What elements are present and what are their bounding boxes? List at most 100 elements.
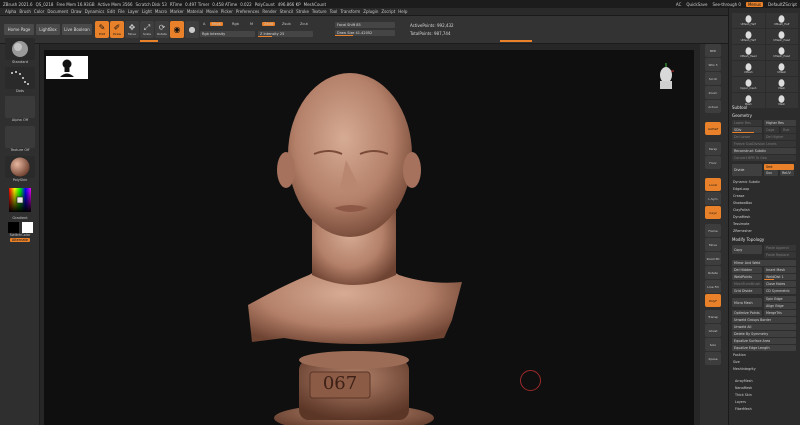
spix-button[interactable]: SPix 3 (705, 58, 721, 71)
scroll-button[interactable]: Scroll (705, 72, 721, 85)
menus-button[interactable]: Menus (745, 1, 764, 7)
mesh-integrity-header[interactable]: MeshIntegrity (733, 367, 756, 371)
persp-button[interactable]: Persp (705, 142, 721, 155)
actual-button[interactable]: Actual (705, 100, 721, 113)
zadd-button[interactable]: Zadd (262, 22, 275, 26)
gxyz-button[interactable]: Gxyz (705, 206, 721, 219)
navigation-gizmo[interactable] (655, 61, 677, 91)
mrgb-button[interactable]: Mrgb (210, 22, 223, 26)
del-higher-button[interactable]: Del Higher (764, 134, 796, 140)
gradient-toggle[interactable]: Gradient SwitchColor Alternate (5, 216, 35, 242)
menu-zplugin[interactable]: Zplugin (363, 9, 378, 14)
subtool-thumb[interactable]: Upper_mesh (732, 77, 765, 92)
weldpoints-button[interactable]: WeldPoints (732, 274, 762, 280)
divide-button[interactable]: Divide (732, 164, 762, 176)
dynamesh-header[interactable]: DynaMesh (733, 215, 750, 219)
local-button[interactable]: Local (705, 178, 721, 191)
paste-append-button[interactable]: Paste Append (764, 245, 796, 251)
menu-layer[interactable]: Layer (128, 9, 139, 14)
del-hidden-button[interactable]: Del Hidden (732, 267, 762, 273)
modify-topology-header[interactable]: Modify Topology (732, 237, 764, 242)
cd-symmetric-button[interactable]: CD Symmetric (764, 288, 796, 294)
menu-light[interactable]: Light (142, 9, 152, 14)
secondary-color-swatch[interactable] (7, 222, 19, 233)
equalize-edge-button[interactable]: Equalize Edge Length (732, 345, 796, 351)
menu-stencil[interactable]: Stencil (280, 9, 294, 14)
subtool-thumb[interactable]: UMesh_Head (765, 29, 798, 44)
transp-button[interactable]: Transp (705, 310, 721, 323)
brush-selector[interactable]: Standard (5, 38, 35, 64)
draw-size-slider[interactable]: Draw Size 41.42052 (335, 30, 395, 36)
rotate-button[interactable]: ⟳ Rotate (155, 21, 169, 38)
floor-button[interactable]: Floor (705, 156, 721, 169)
color-picker[interactable] (5, 186, 35, 216)
lower-res-button[interactable]: Lower Res (732, 120, 762, 126)
subtool-thumb[interactable]: UMesh_Half (732, 29, 765, 44)
subtool-thumb[interactable]: UMesh_Head (765, 45, 798, 60)
rgb-intensity-slider[interactable]: Rgb Intensity (200, 31, 255, 37)
lightbox-button[interactable]: LightBox (36, 24, 60, 35)
mergetris-button[interactable]: MergeTris (764, 310, 796, 316)
menu-help[interactable]: Help (398, 9, 407, 14)
z-intensity-slider[interactable]: Z Intensity 25 (258, 31, 313, 37)
cage-button[interactable]: Cage (764, 127, 779, 133)
menu-draw[interactable]: Draw (71, 9, 81, 14)
texture-selector[interactable]: Texture Off (5, 126, 35, 152)
stroke-selector[interactable]: Dots (5, 67, 35, 93)
menu-edit[interactable]: Edit (107, 9, 115, 14)
subtool-thumb[interactable]: Mesh (765, 93, 798, 108)
grid-divide-button[interactable]: Grid Divide (732, 288, 762, 294)
polyf-button[interactable]: PolyF (705, 294, 721, 307)
sculpt-mode-button[interactable]: ◉ (170, 21, 184, 38)
higher-res-button[interactable]: Higher Res (764, 120, 796, 126)
material-selector[interactable]: PolySkin (5, 156, 35, 182)
see-through-slider[interactable]: See-through 0 (713, 2, 741, 7)
menu-document[interactable]: Document (47, 9, 68, 14)
focal-shift-slider[interactable]: Focal Shift 85 (335, 22, 395, 28)
reuv-toggle[interactable]: ReUV (780, 170, 794, 176)
paste-replace-button[interactable]: Paste Replace (764, 252, 796, 258)
crease-header[interactable]: Crease (733, 194, 744, 198)
script-label[interactable]: DefaultZScript (768, 2, 797, 7)
subtool-thumb[interactable]: UMesh_Half (732, 13, 765, 28)
align-edge-button[interactable]: Align Edge (764, 303, 796, 309)
bpr-button[interactable]: BPR (705, 44, 721, 57)
edit-button[interactable]: ✎ Edit (95, 21, 109, 38)
menu-movie[interactable]: Movie (206, 9, 218, 14)
mirror-weld-button[interactable]: Mirror And Weld (732, 260, 796, 266)
switch-color-button[interactable]: SwitchColor (10, 233, 31, 237)
convert-bpr-button[interactable]: Convert BPR To Geo (732, 155, 796, 161)
reconstruct-subdiv-button[interactable]: Reconstruct Subdiv (732, 148, 796, 154)
ac-button[interactable]: AC (676, 2, 681, 7)
unweld-all-button[interactable]: Unweld All (732, 324, 796, 330)
unweld-groups-button[interactable]: Unweld Groups Border (732, 317, 796, 323)
move-button[interactable]: ✥ Move (125, 21, 139, 38)
meshfrombrush-button[interactable]: MeshFromBrush (732, 281, 762, 287)
zcut-button[interactable]: Zcut (300, 22, 308, 26)
alpha-selector[interactable]: Alpha Off (5, 96, 35, 122)
subtool-header[interactable]: Subtool (732, 105, 747, 110)
menu-macro[interactable]: Macro (155, 9, 167, 14)
menu-preferences[interactable]: Preferences (236, 9, 260, 14)
arraymesh-header[interactable]: ArrayMesh (735, 379, 753, 383)
suv-toggle[interactable]: Suv (764, 170, 778, 176)
menu-render[interactable]: Render (262, 9, 276, 14)
frame-button[interactable]: Frame (705, 224, 721, 237)
equalize-surface-button[interactable]: Equalize Surface Area (732, 338, 796, 344)
menu-marker[interactable]: Marker (170, 9, 184, 14)
edgeloop-header[interactable]: EdgeLoop (733, 187, 749, 191)
spin-edge-button[interactable]: Spin Edge (764, 296, 796, 302)
del-lower-button[interactable]: Del Lower (732, 134, 762, 140)
main-color-swatch[interactable] (21, 222, 33, 233)
home-page-button[interactable]: Home Page (4, 24, 34, 35)
subtool-thumb[interactable]: UMesh (765, 61, 798, 76)
insert-mesh-button[interactable]: Insert Mesh (764, 267, 796, 273)
zoom-button[interactable]: Zoom (705, 86, 721, 99)
zsub-button[interactable]: Zsub (282, 22, 291, 26)
ghost-button[interactable]: Ghost (705, 324, 721, 337)
claypolish-header[interactable]: ClayPolish (733, 208, 750, 212)
position-header[interactable]: Position (733, 353, 746, 357)
draw-button[interactable]: ✐ Draw (110, 21, 124, 38)
micro-mesh-button[interactable]: Micro Mesh (732, 298, 762, 307)
alternate-button[interactable]: Alternate (9, 238, 31, 242)
